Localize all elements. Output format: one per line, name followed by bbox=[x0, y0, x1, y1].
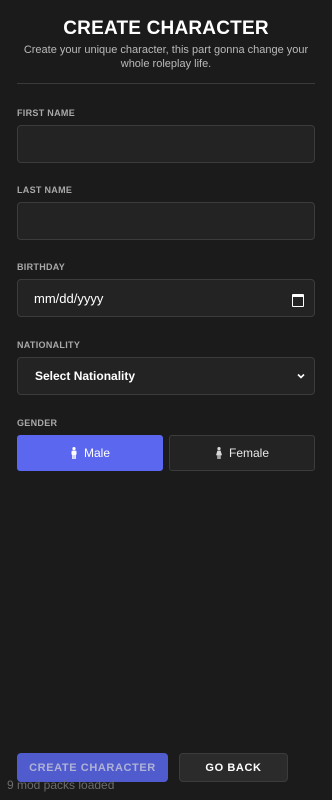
first-name-label: FIRST NAME bbox=[17, 108, 75, 118]
gender-female-button[interactable]: Female bbox=[169, 435, 315, 471]
first-name-input[interactable] bbox=[17, 125, 315, 163]
male-icon bbox=[71, 447, 77, 459]
birthday-label: BIRTHDAY bbox=[17, 262, 66, 272]
birthday-input[interactable]: mm/dd/yyyy bbox=[17, 279, 315, 317]
last-name-label: LAST NAME bbox=[17, 185, 73, 195]
go-back-button[interactable]: GO BACK bbox=[179, 753, 288, 782]
last-name-input[interactable] bbox=[17, 202, 315, 240]
chevron-down-icon bbox=[297, 373, 305, 379]
character-form: FIRST NAME LAST NAME BIRTHDAY mm/dd/yyyy… bbox=[0, 108, 332, 471]
page-title: CREATE CHARACTER bbox=[63, 18, 269, 39]
divider bbox=[17, 83, 315, 84]
nationality-label: NATIONALITY bbox=[17, 340, 81, 350]
female-icon bbox=[215, 447, 222, 459]
header: CREATE CHARACTER Create your unique char… bbox=[0, 0, 332, 71]
gender-male-button[interactable]: Male bbox=[17, 435, 163, 471]
gender-female-label: Female bbox=[228, 446, 269, 460]
status-text: 9 mod packs loaded bbox=[7, 778, 115, 792]
nationality-selected: Select Nationality bbox=[35, 369, 136, 383]
calendar-icon[interactable] bbox=[292, 293, 304, 307]
page-subtitle: Create your unique character, this part … bbox=[23, 44, 309, 70]
birthday-value: mm/dd/yyyy bbox=[34, 290, 104, 306]
gender-label: GENDER bbox=[17, 418, 58, 428]
nationality-select[interactable]: Select Nationality bbox=[17, 357, 315, 395]
gender-options: Male Female bbox=[17, 435, 315, 471]
gender-male-label: Male bbox=[83, 446, 110, 460]
